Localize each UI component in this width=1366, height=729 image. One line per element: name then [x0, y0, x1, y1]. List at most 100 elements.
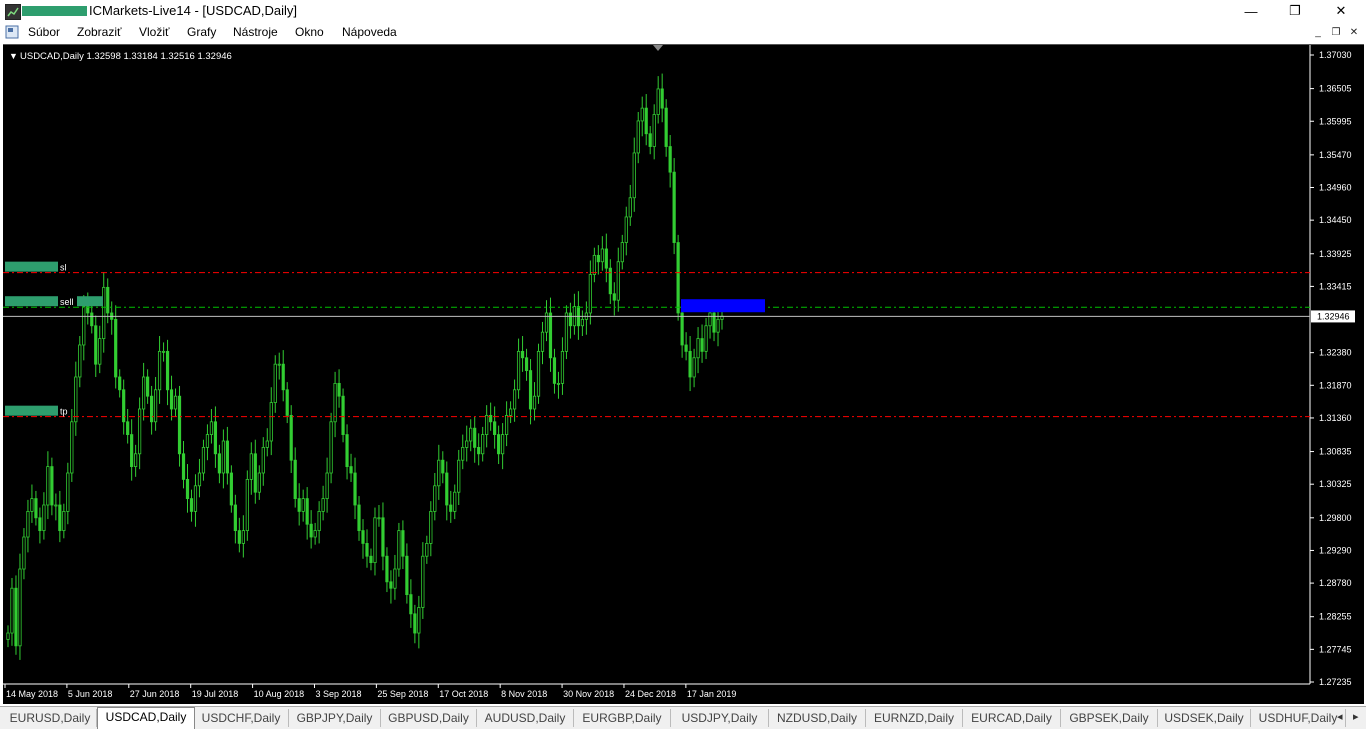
mdi-close-button[interactable]: ✕ — [1346, 25, 1362, 40]
price-chart[interactable]: 1.37030 1.36505 1.35995 1.35470 1.34960 1.344… — [3, 45, 1364, 704]
price-tick-label: 1.31360 — [1319, 413, 1352, 423]
candle — [552, 348, 557, 394]
menu-napoveda[interactable]: Nápoveda — [342, 25, 397, 39]
candle — [696, 327, 700, 374]
candle — [249, 442, 253, 495]
candle — [473, 416, 477, 463]
candle — [377, 505, 381, 527]
metatrader-app-icon[interactable] — [5, 4, 21, 20]
candle — [453, 484, 457, 520]
candle — [624, 206, 628, 256]
candle — [281, 350, 285, 402]
candle — [333, 371, 337, 438]
candle — [181, 440, 186, 489]
candle — [277, 352, 281, 380]
mdi-restore-button[interactable]: ❐ — [1328, 25, 1344, 40]
chart-window[interactable]: 1.37030 1.36505 1.35995 1.35470 1.34960 1.344… — [3, 44, 1364, 704]
candle — [425, 535, 429, 564]
tab-gbpjpy[interactable]: GBPJPY,Daily — [289, 709, 381, 727]
candle — [652, 104, 656, 160]
candle — [42, 492, 46, 540]
tab-scroll-left-icon[interactable]: ◂ — [1337, 710, 1343, 723]
candles-group — [6, 73, 724, 660]
candle — [401, 520, 405, 570]
tab-gbpsek[interactable]: GBPSEK,Daily — [1061, 709, 1158, 727]
candle — [520, 336, 525, 372]
menu-vlozit[interactable]: Vložiť — [139, 25, 170, 39]
candle — [596, 245, 600, 275]
chart-header-text: USDCAD,Daily 1.32598 1.33184 1.32516 1.3… — [20, 51, 232, 62]
highlight-rectangle[interactable] — [681, 299, 765, 313]
mdi-minimize-button[interactable]: _ — [1310, 25, 1326, 40]
tab-usdsek[interactable]: USDSEK,Daily — [1158, 709, 1251, 727]
tab-usdcad[interactable]: USDCAD,Daily — [97, 707, 195, 729]
tab-audusd[interactable]: AUDUSD,Daily — [477, 709, 574, 727]
current-price-tag: 1.32946 — [1311, 310, 1355, 323]
menu-nastroje[interactable]: Nástroje — [233, 25, 278, 39]
candle — [433, 473, 437, 521]
tab-gbpusd[interactable]: GBPUSD,Daily — [381, 709, 477, 727]
candle — [138, 397, 142, 470]
tab-eurusd[interactable]: EURUSD,Daily — [4, 709, 97, 727]
candle — [441, 451, 445, 484]
candle — [229, 465, 233, 513]
tab-usdjpy[interactable]: USDJPY,Daily — [671, 709, 769, 727]
candle — [241, 515, 245, 558]
time-tick-label: 17 Oct 2018 — [439, 689, 488, 699]
candle — [265, 428, 269, 457]
candle — [572, 293, 577, 335]
price-tick-label: 1.30325 — [1319, 479, 1352, 489]
candle — [604, 233, 608, 283]
tab-eurcad[interactable]: EURCAD,Daily — [963, 709, 1061, 727]
tab-usdchf[interactable]: USDCHF,Daily — [194, 709, 289, 727]
candle — [469, 419, 473, 452]
close-button[interactable]: ✕ — [1318, 0, 1364, 22]
price-tick-label: 1.35995 — [1319, 116, 1352, 126]
collapse-arrow-icon[interactable]: ▼ — [9, 51, 18, 61]
price-tick-label: 1.34450 — [1319, 215, 1352, 225]
tab-usdhuf[interactable]: USDHUF,Daily — [1251, 709, 1346, 727]
price-axis[interactable]: 1.37030 1.36505 1.35995 1.35470 1.34960 1.344… — [3, 45, 1352, 687]
candle — [126, 408, 130, 444]
minimize-button[interactable]: — — [1228, 0, 1274, 22]
candle — [146, 369, 150, 404]
time-axis: 14 May 2018 5 Jun 2018 27 Jun 2018 19 Jul 2… — [4, 684, 736, 699]
candle — [221, 429, 225, 489]
candle — [74, 361, 78, 436]
candle — [233, 494, 237, 544]
candle — [357, 496, 361, 541]
menu-subor[interactable]: Súbor — [28, 25, 60, 39]
price-tick-label: 1.28780 — [1319, 578, 1352, 588]
candle — [94, 315, 98, 377]
menu-zobrazit[interactable]: Zobraziť — [77, 25, 122, 39]
candle — [536, 343, 541, 404]
chart-window-icon[interactable] — [5, 25, 19, 39]
tab-scroll-right-icon[interactable]: ▸ — [1353, 710, 1359, 723]
candle — [564, 305, 569, 360]
menu-okno[interactable]: Okno — [295, 25, 324, 39]
candle — [620, 234, 624, 270]
tab-eurgbp[interactable]: EURGBP,Daily — [574, 709, 671, 727]
time-tick-label: 24 Dec 2018 — [625, 689, 676, 699]
candle — [70, 408, 74, 482]
tab-nzdusd[interactable]: NZDUSD,Daily — [769, 709, 866, 727]
candle — [22, 528, 26, 580]
tab-eurnzd[interactable]: EURNZD,Daily — [866, 709, 963, 727]
candle — [548, 297, 553, 372]
candle — [46, 451, 50, 520]
chart-shift-marker[interactable] — [653, 45, 663, 51]
candle — [289, 405, 293, 473]
candle — [301, 489, 305, 522]
menu-grafy[interactable]: Grafy — [187, 25, 216, 39]
candle — [325, 457, 329, 513]
candle — [349, 453, 353, 482]
candle — [672, 158, 676, 255]
price-tick-label: 1.29800 — [1319, 513, 1352, 523]
candle — [560, 337, 565, 395]
candle — [177, 385, 182, 467]
candle — [688, 336, 692, 392]
maximize-button[interactable]: ❐ — [1272, 0, 1318, 22]
candle — [98, 325, 102, 374]
sell-label: sell — [60, 297, 74, 307]
candle — [14, 575, 18, 655]
